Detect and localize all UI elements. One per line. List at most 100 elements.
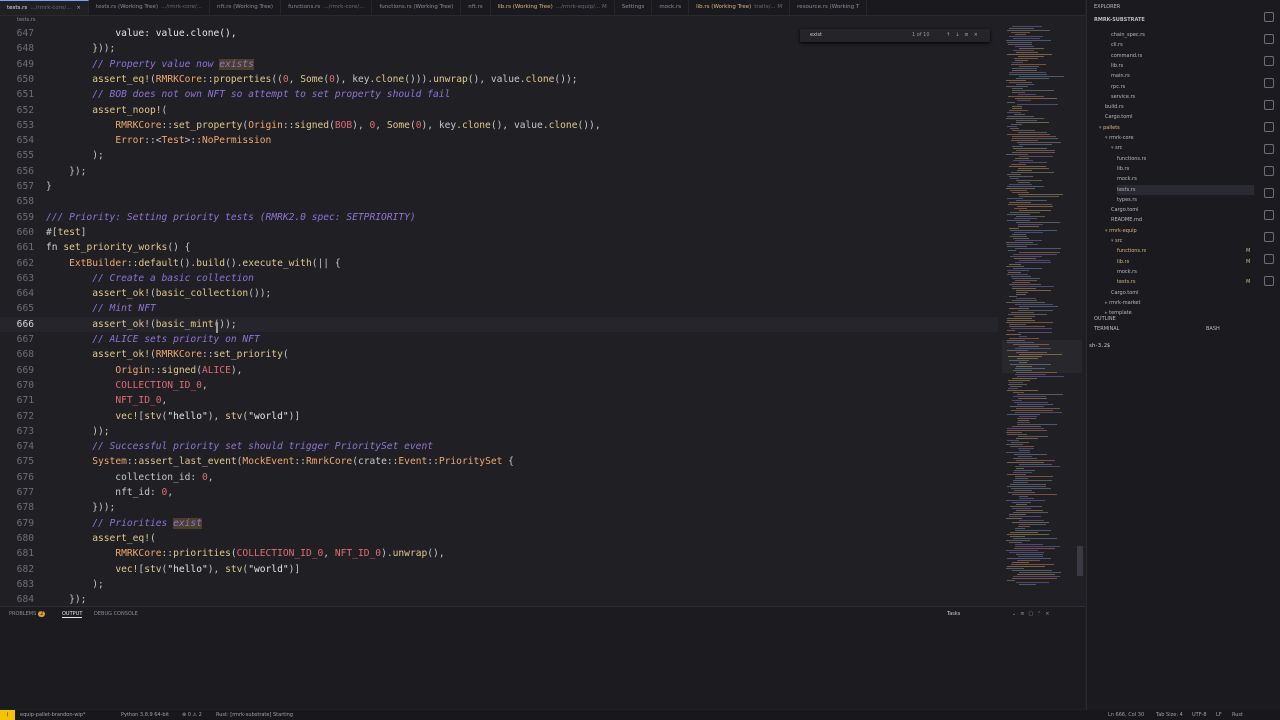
files-icon[interactable] <box>1264 12 1274 22</box>
branch-indicator[interactable]: equip-pallet-brandon-wip* <box>20 710 85 720</box>
code-line[interactable]: 675 System::assert_last_event(MockEvent:… <box>0 454 998 469</box>
code-line[interactable]: 657} <box>0 179 998 194</box>
terminal-shell-selector[interactable]: BASH <box>1206 326 1220 332</box>
tree-file[interactable]: lib.rs <box>1111 61 1254 71</box>
source-control-icon[interactable] <box>1264 56 1274 66</box>
code-line[interactable]: 652 assert_noop!( <box>0 103 998 118</box>
terminal-section[interactable]: TERMINAL <box>1094 326 1119 332</box>
code-line[interactable]: 672 vec![stv("hello"), stv("world")] <box>0 409 998 424</box>
settings-icon[interactable] <box>1264 276 1274 286</box>
code-line[interactable]: 674 // Successful priority set should tr… <box>0 439 998 454</box>
minimap-slider[interactable] <box>1002 340 1082 373</box>
tree-file[interactable]: tests.rs <box>1117 184 1254 195</box>
cursor-position[interactable]: Ln 666, Col 30 <box>1108 710 1144 720</box>
code-line[interactable]: 665 // Mint NFT <box>0 301 998 316</box>
live-share-icon[interactable] <box>1264 210 1274 220</box>
tree-folder[interactable]: src <box>1111 143 1254 153</box>
code-line[interactable]: 682 vec![stv("hello"), stv("world")] <box>0 562 998 577</box>
tab-output[interactable]: OUTPUT <box>62 611 83 618</box>
tree-file[interactable]: functions.rs <box>1117 154 1254 164</box>
tree-file[interactable]: functions.rs <box>1117 246 1254 256</box>
workspace-root[interactable]: RMRK-SUBSTRATE <box>1094 17 1145 23</box>
tab-size[interactable]: Tab Size: 4 <box>1156 710 1183 720</box>
remote-indicator[interactable]: ⟩ <box>0 710 15 720</box>
language-mode[interactable]: Rust <box>1232 710 1243 720</box>
tree-file[interactable]: Cargo.toml <box>1111 288 1254 298</box>
tree-folder[interactable]: rmrk-equip <box>1105 226 1254 236</box>
editor-tab[interactable]: functions.rs .../rmrk-core/... <box>281 0 373 15</box>
code-line[interactable]: 649 // Property value now exists <box>0 57 998 72</box>
code-line[interactable]: 651 // BOB does not own NFT so attempt t… <box>0 87 998 102</box>
code-line[interactable]: 673 )); <box>0 424 998 439</box>
tree-file[interactable]: tests.rs <box>1117 277 1254 287</box>
encoding[interactable]: UTF-8 <box>1192 710 1207 720</box>
code-line[interactable]: 669 Origin::signed(ALICE), <box>0 363 998 378</box>
code-line[interactable]: 670 COLLECTION_ID_0, <box>0 378 998 393</box>
testing-icon[interactable] <box>1264 144 1274 154</box>
tree-folder[interactable]: rmrk-market <box>1105 298 1254 308</box>
end-of-line[interactable]: LF <box>1216 710 1222 720</box>
editor-tab[interactable]: nft.rs (Working Tree) <box>210 0 282 15</box>
tree-file[interactable]: mock.rs <box>1117 174 1254 184</box>
tree-file[interactable]: build.rs <box>1105 102 1254 112</box>
close-icon[interactable]: × <box>76 5 81 11</box>
editor-tab[interactable]: Settings <box>615 0 653 15</box>
code-line[interactable]: 662 ExtBuilder::default().build().execut… <box>0 256 998 271</box>
editor-tab[interactable]: resource.rs (Working T <box>790 0 868 15</box>
code-line[interactable]: 656 }); <box>0 164 998 179</box>
code-line[interactable]: 666 assert_ok!(basic_mint()); <box>0 316 998 332</box>
tree-file[interactable]: mock.rs <box>1117 267 1254 277</box>
problems-indicator[interactable]: ⊗ 0 ⚠ 2 <box>182 710 202 720</box>
tree-file[interactable]: Cargo.toml <box>1111 205 1254 215</box>
tree-file[interactable]: service.rs <box>1111 92 1254 102</box>
tree-file[interactable]: Cargo.toml <box>1105 112 1254 122</box>
code-line[interactable]: 668 assert_ok!(RMRKCore::set_priority( <box>0 347 998 362</box>
python-interpreter[interactable]: Python 3.8.9 64-bit <box>121 710 169 720</box>
code-line[interactable]: 681 RMRKCore::priorities(COLLECTION_ID_0… <box>0 546 998 561</box>
account-icon[interactable] <box>1264 254 1274 264</box>
code-line[interactable]: 664 assert_ok!(basic_collection()); <box>0 286 998 301</box>
outline-section[interactable]: OUTLINE <box>1094 316 1116 322</box>
code-line[interactable]: 684 }); <box>0 592 998 606</box>
code-line[interactable]: 658 <box>0 194 998 209</box>
code-line[interactable]: 654 Error::<Test>::NoPermission <box>0 133 998 148</box>
code-line[interactable]: 659 /// Priority: Setting priority tests … <box>0 210 998 225</box>
tree-file[interactable]: lib.rs <box>1117 164 1254 174</box>
tree-folder[interactable]: rmrk-core <box>1105 133 1254 143</box>
code-line[interactable]: 677 nft_id: 0, <box>0 485 998 500</box>
code-line[interactable]: 678 })); <box>0 500 998 515</box>
tree-file[interactable]: rpc.rs <box>1111 82 1254 92</box>
code-line[interactable]: 650 assert_eq!(RMRKCore::properties((0, … <box>0 72 998 87</box>
tree-file[interactable]: README.md <box>1111 215 1254 225</box>
editor-tab[interactable]: lib.rs (Working Tree) .../rmrk-equip/... … <box>491 0 615 15</box>
tree-file[interactable]: lib.rs <box>1117 257 1254 267</box>
code-line[interactable]: 648 })); <box>0 41 998 56</box>
code-line[interactable]: 683 ); <box>0 577 998 592</box>
tab-debug-console[interactable]: DEBUG CONSOLE <box>94 611 138 617</box>
code-line[interactable]: 655 ); <box>0 148 998 163</box>
minimap[interactable] <box>1002 26 1082 606</box>
search-icon[interactable] <box>1264 34 1274 44</box>
code-line[interactable]: 679 // Priorities exist <box>0 516 998 531</box>
code-line[interactable]: 663 // Create a basic collection <box>0 271 998 286</box>
find-buttons[interactable]: ↑↓≡× <box>946 29 983 42</box>
tree-file[interactable]: main.rs <box>1111 71 1254 81</box>
extensions-icon[interactable] <box>1264 100 1274 110</box>
code-line[interactable]: 680 assert_eq!( <box>0 531 998 546</box>
remote-icon[interactable] <box>1264 122 1274 132</box>
breadcrumb[interactable]: tests.rs <box>0 16 1017 25</box>
tree-folder[interactable]: pallets <box>1099 123 1254 133</box>
code-line[interactable]: 660 #[test] <box>0 225 998 240</box>
code-line[interactable]: 671 NFT_ID_0, <box>0 393 998 408</box>
tree-file[interactable]: types.rs <box>1117 195 1254 205</box>
output-channel-select[interactable]: Tasks <box>947 611 960 617</box>
editor-tab[interactable]: lib.rs (Working Tree) traits/... M <box>689 0 791 15</box>
code-line[interactable]: 661 fn set_priority_works() { <box>0 240 998 255</box>
editor-tab[interactable]: tests.rs (Working Tree) .../rmrk-core/... <box>89 0 211 15</box>
editor-scrollbar[interactable] <box>1077 546 1083 576</box>
editor-tab[interactable]: functions.rs (Working Tree) <box>372 0 462 15</box>
tab-problems[interactable]: PROBLEMS 2 <box>9 611 46 617</box>
tree-file[interactable]: cli.rs <box>1111 40 1254 50</box>
code-editor[interactable]: 647 value: value.clone(), 648 })); 649 // … <box>0 26 1000 606</box>
find-input[interactable]: exist <box>810 29 822 42</box>
